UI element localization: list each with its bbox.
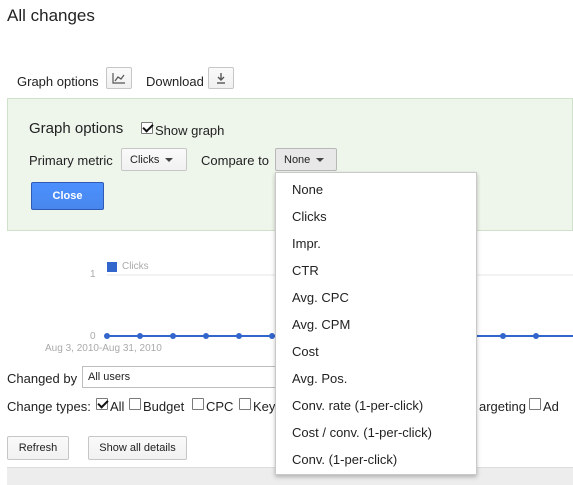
change-type-budget-label: Budget: [143, 399, 185, 414]
compare-to-dropdown[interactable]: None: [275, 148, 337, 171]
graph-options-button[interactable]: [106, 67, 132, 89]
menu-item-conv-rate[interactable]: Conv. rate (1-per-click): [292, 398, 423, 413]
change-type-ad-checkbox[interactable]: [529, 398, 541, 410]
menu-item-avg-cpm[interactable]: Avg. CPM: [292, 317, 350, 332]
change-type-cpc-label: CPC: [206, 399, 234, 414]
download-button[interactable]: [208, 67, 234, 89]
menu-item-avg-cpc[interactable]: Avg. CPC: [292, 290, 349, 305]
menu-item-none[interactable]: None: [292, 182, 323, 197]
data-point: [170, 333, 176, 339]
primary-metric-label: Primary metric: [29, 153, 113, 168]
chevron-down-icon: [316, 157, 325, 162]
changed-by-value: All users: [88, 371, 131, 383]
menu-item-conv[interactable]: Conv. (1-per-click): [292, 452, 397, 467]
data-point: [203, 333, 209, 339]
download-label: Download: [146, 74, 204, 89]
change-type-all-label: All: [110, 399, 125, 414]
close-button[interactable]: Close: [31, 182, 104, 210]
compare-to-label: Compare to: [201, 153, 269, 168]
change-types-label: Change types:: [7, 399, 91, 414]
change-type-keyword-checkbox[interactable]: [239, 398, 251, 410]
menu-item-avg-pos[interactable]: Avg. Pos.: [292, 371, 347, 386]
data-point: [104, 333, 110, 339]
change-type-ad-label: Ad: [543, 399, 559, 414]
change-type-all-checkbox[interactable]: [96, 398, 108, 410]
compare-to-menu: None Clicks Impr. CTR Avg. CPC Avg. CPM …: [275, 172, 477, 475]
show-graph-label: Show graph: [155, 123, 225, 138]
primary-metric-dropdown[interactable]: Clicks: [121, 148, 187, 171]
refresh-button[interactable]: Refresh: [7, 436, 69, 460]
menu-item-cost-per-conv[interactable]: Cost / conv. (1-per-click): [292, 425, 432, 440]
change-type-keyword-label: Key: [253, 399, 276, 414]
change-type-cpc-checkbox[interactable]: [192, 398, 204, 410]
changed-by-label: Changed by: [7, 371, 78, 386]
menu-item-clicks[interactable]: Clicks: [292, 209, 327, 224]
data-point: [137, 333, 143, 339]
change-type-targeting-label: argeting: [479, 399, 526, 414]
compare-to-value: None: [284, 153, 311, 166]
data-point: [533, 333, 539, 339]
show-graph-checkbox[interactable]: [141, 122, 153, 134]
chevron-down-icon: [165, 157, 174, 162]
changed-by-select[interactable]: All users: [82, 366, 279, 388]
menu-item-cost[interactable]: Cost: [292, 344, 319, 359]
primary-metric-value: Clicks: [130, 153, 160, 166]
menu-item-impr[interactable]: Impr.: [292, 236, 321, 251]
panel-title: Graph options: [29, 120, 124, 137]
graph-options-label: Graph options: [17, 74, 99, 89]
line-chart-icon: [112, 73, 125, 84]
show-all-details-button[interactable]: Show all details: [88, 436, 187, 460]
data-point: [500, 333, 506, 339]
data-point: [236, 333, 242, 339]
menu-item-ctr[interactable]: CTR: [292, 263, 319, 278]
change-type-budget-checkbox[interactable]: [129, 398, 141, 410]
page-title: All changes: [7, 6, 95, 25]
download-icon: [217, 73, 225, 84]
